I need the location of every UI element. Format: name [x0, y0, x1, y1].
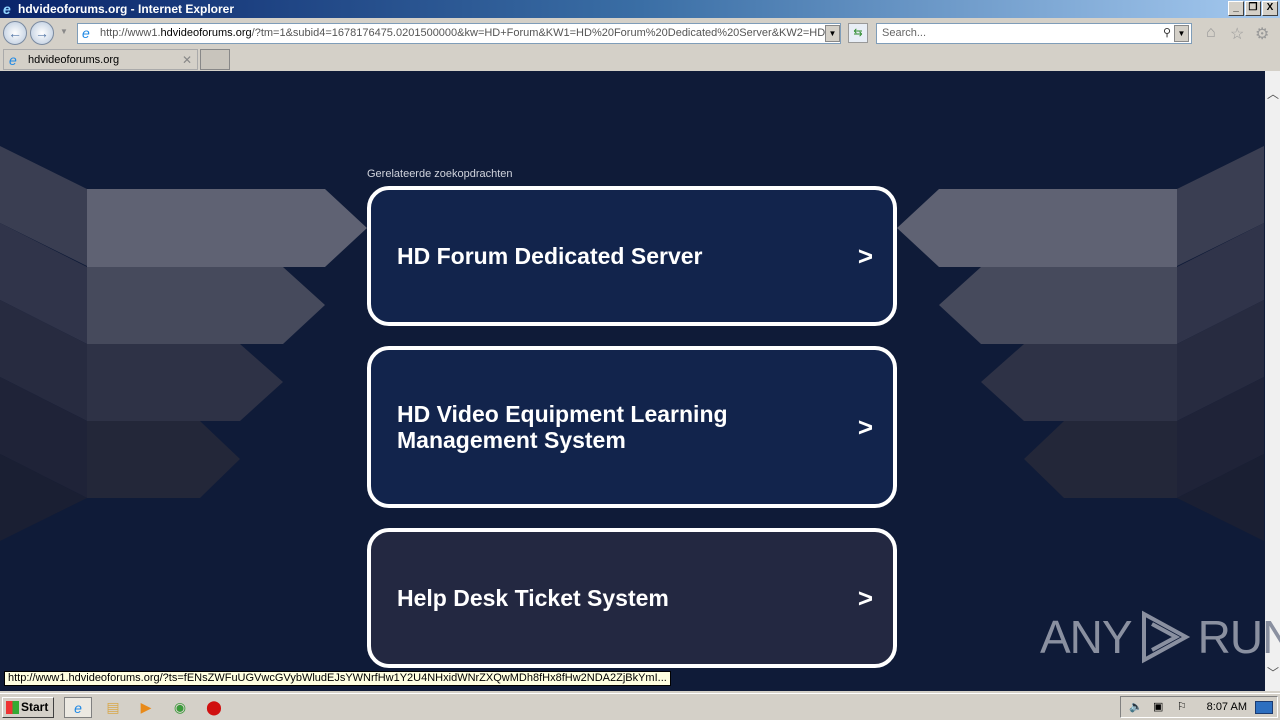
chevron-right-icon: > [857, 412, 873, 442]
restore-button[interactable]: ❐ [1245, 1, 1261, 16]
network-icon[interactable]: ▣ [1153, 697, 1163, 717]
close-button[interactable]: X [1262, 1, 1278, 16]
minimize-button[interactable]: _ [1228, 1, 1244, 16]
chevron-shape [87, 267, 325, 344]
chevron-shape [87, 189, 367, 267]
ie-logo-icon: e [3, 1, 11, 17]
settings-gear-icon[interactable]: ⚙ [1255, 24, 1269, 44]
search-dropdown-button[interactable]: ▼ [1174, 25, 1189, 42]
home-icon[interactable]: ⌂ [1206, 24, 1216, 42]
favorites-star-icon[interactable]: ☆ [1230, 24, 1244, 44]
action-center-flag-icon[interactable]: ⚐ [1177, 697, 1187, 717]
scroll-down-icon[interactable]: ﹀ [1267, 664, 1279, 681]
search-card-help-desk-ticket-system[interactable]: Help Desk Ticket System > [367, 528, 897, 668]
anyrun-watermark-logo: ANY RUN [1040, 608, 1280, 666]
taskbar-ie-icon[interactable]: e [64, 697, 92, 718]
start-button[interactable]: Start [2, 697, 54, 718]
new-tab-button[interactable] [200, 49, 230, 70]
status-bar-url: http://www1.hdvideoforums.org/?ts=fENsZW… [4, 671, 671, 686]
window-title-bar: e hdvideoforums.org - Internet Explorer … [0, 0, 1280, 18]
search-icon[interactable]: ⚲ [1163, 24, 1171, 43]
search-card-hd-video-equipment-lms[interactable]: HD Video Equipment Learning Management S… [367, 346, 897, 508]
search-input[interactable]: Search... ⚲ [876, 23, 1192, 44]
close-tab-icon[interactable]: ✕ [182, 50, 192, 70]
forward-button[interactable]: → [30, 21, 54, 45]
volume-icon[interactable]: 🔈 [1129, 697, 1143, 717]
show-desktop-icon[interactable] [1255, 701, 1273, 714]
back-button[interactable]: ← [3, 21, 27, 45]
history-dropdown-icon[interactable]: ▼ [60, 27, 68, 36]
address-dropdown-button[interactable]: ▼ [825, 25, 840, 42]
navigation-bar: ← → ▼ e http://www1.hdvideoforums.org/?t… [0, 18, 1280, 48]
scroll-up-icon[interactable]: ︿ [1267, 85, 1279, 102]
taskbar-explorer-icon[interactable]: ▤ [101, 697, 125, 718]
taskbar: Start e ▤ ▶ ◉ ⬤ 🔈 ▣ ⚐ 8:07 AM [0, 693, 1280, 720]
vertical-scrollbar[interactable]: ︿ ﹀ [1265, 71, 1280, 691]
taskbar-opera-icon[interactable]: ⬤ [202, 697, 226, 718]
address-bar[interactable]: e http://www1.hdvideoforums.org/?tm=1&su… [77, 23, 841, 44]
related-searches-label: Gerelateerde zoekopdrachten [367, 168, 513, 180]
search-card-hd-forum-dedicated-server[interactable]: HD Forum Dedicated Server > [367, 186, 897, 326]
taskbar-media-player-icon[interactable]: ▶ [134, 697, 158, 718]
window-title: hdvideoforums.org - Internet Explorer [18, 2, 235, 16]
tab-bar: e hdvideoforums.org ✕ [0, 48, 1280, 71]
chevron-shape [87, 421, 240, 498]
ie-page-icon: e [82, 25, 90, 41]
chevron-right-icon: > [857, 583, 873, 613]
chevron-shape [87, 344, 283, 421]
windows-logo-icon [6, 701, 19, 714]
chevron-right-icon: > [857, 241, 873, 271]
compatibility-refresh-button[interactable]: ⇆ [848, 23, 868, 43]
tab-hdvideoforums[interactable]: e hdvideoforums.org ✕ [3, 49, 198, 70]
web-page: Gerelateerde zoekopdrachten HD Forum Ded… [0, 71, 1265, 691]
clock[interactable]: 8:07 AM [1207, 697, 1247, 717]
taskbar-chrome-icon[interactable]: ◉ [168, 697, 192, 718]
play-logo-icon [1141, 610, 1190, 664]
ie-tab-icon: e [9, 52, 17, 68]
system-tray: 🔈 ▣ ⚐ 8:07 AM [1120, 696, 1278, 718]
